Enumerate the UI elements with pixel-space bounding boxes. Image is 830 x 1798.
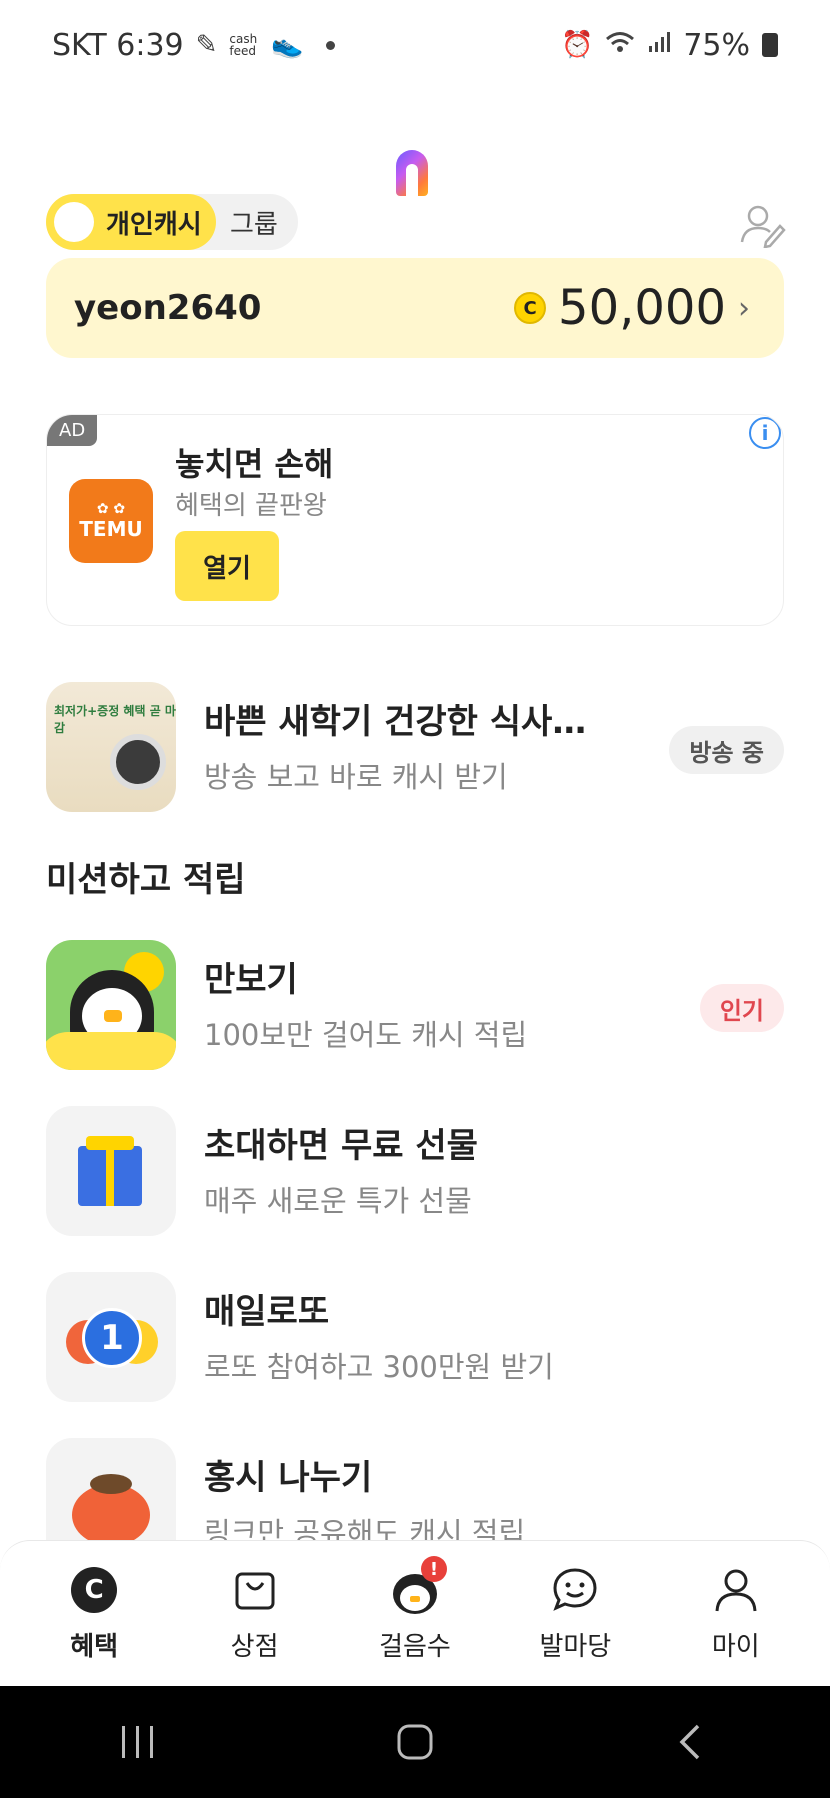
lotto-ball: 1 [82, 1308, 142, 1368]
mission-item-pedometer[interactable]: 만보기 100보만 걸어도 캐시 적립 인기 [46, 940, 784, 1070]
chevron-right-icon: › [738, 290, 750, 326]
live-thumbnail: 최저가+증정 혜택 곧 마감 [46, 682, 176, 812]
home-icon [397, 1724, 433, 1760]
tab-label: 상점 [230, 1632, 279, 1662]
mission-subtitle: 매주 새로운 특가 선물 [204, 1184, 472, 1218]
ad-banner[interactable]: AD i ✿ ✿ TEMU 놓치면 손해 혜택의 끝판왕 열기 [46, 414, 784, 626]
tab-label: 마이 [711, 1632, 760, 1662]
mission-subtitle: 로또 참여하고 300만원 받기 [204, 1350, 554, 1384]
live-title: 바쁜 새학기 건강한 식사… [204, 702, 587, 742]
home-button[interactable] [355, 1712, 475, 1772]
cash-type-toggle[interactable]: 개인캐시 그룹 [46, 194, 298, 250]
cash-feed-icon: cash feed [229, 32, 258, 58]
ad-open-button[interactable]: 열기 [175, 531, 279, 601]
cash-balance[interactable]: C 50,000 › [514, 280, 750, 336]
tab-label: 걸음수 [379, 1632, 451, 1662]
penguin-icon: ! [389, 1556, 447, 1616]
ad-subtitle: 혜택의 끝판왕 [175, 491, 327, 521]
status-time: SKT 6:39 [52, 27, 184, 63]
system-navigation-bar [0, 1686, 830, 1798]
eraser-icon: ✎ [195, 30, 218, 60]
mission-item-lotto[interactable]: 1 매일로또 로또 참여하고 300만원 받기 [46, 1272, 784, 1402]
temu-mark-icon: ✿ ✿ [96, 501, 126, 517]
wifi-icon [605, 30, 635, 61]
user-cash-card[interactable]: yeon2640 C 50,000 › [46, 258, 784, 358]
toggle-knob [54, 202, 94, 242]
popular-badge: 인기 [699, 984, 784, 1032]
tab-community[interactable]: 발마당 [505, 1564, 645, 1663]
thumb-text: 최저가+증정 혜택 곧 마감 [54, 704, 176, 735]
tab-label: 발마당 [539, 1632, 612, 1662]
section-title: 미션하고 적립 [46, 860, 246, 900]
ad-title: 놓치면 손해 [175, 445, 334, 483]
recents-icon [122, 1726, 154, 1758]
temu-logo: ✿ ✿ TEMU [69, 479, 153, 563]
app-logo [396, 150, 428, 196]
lotto-icon: 1 [46, 1272, 176, 1402]
benefit-icon: C [71, 1567, 118, 1613]
tab-label: 혜택 [70, 1632, 119, 1662]
cash-amount: 50,000 [558, 280, 726, 336]
notification-dot-icon [325, 40, 335, 50]
mission-title: 초대하면 무료 선물 [204, 1126, 478, 1166]
toggle-group[interactable]: 그룹 [230, 204, 278, 241]
shopping-bag-icon [235, 1572, 275, 1610]
live-badge: 방송 중 [669, 726, 784, 774]
user-name: yeon2640 [74, 288, 262, 328]
tab-store[interactable]: 상점 [185, 1564, 325, 1663]
live-subtitle: 방송 보고 바로 캐시 받기 [204, 760, 508, 794]
chat-icon [553, 1568, 597, 1611]
tab-my[interactable]: 마이 [666, 1564, 806, 1663]
mission-subtitle: 100보만 걸어도 캐시 적립 [204, 1018, 528, 1052]
ad-tag: AD [47, 415, 98, 446]
bottom-tab-bar: C 혜택 상점 ! 걸음수 발마당 마이 [0, 1540, 830, 1686]
alarm-icon: ⏰ [560, 30, 594, 60]
alert-badge: ! [420, 1556, 447, 1582]
penguin-icon [46, 940, 176, 1070]
mission-title: 만보기 [204, 960, 298, 1000]
back-button[interactable] [632, 1712, 752, 1772]
mission-item-invite[interactable]: 초대하면 무료 선물 매주 새로운 특가 선물 [46, 1106, 784, 1236]
toggle-personal-cash[interactable]: 개인캐시 [46, 194, 216, 250]
tab-steps[interactable]: ! 걸음수 [345, 1556, 485, 1663]
mission-title: 홍시 나누기 [204, 1458, 373, 1498]
gift-icon [46, 1106, 176, 1236]
shoe-icon: 👟 [271, 30, 304, 60]
signal-icon [647, 30, 671, 61]
back-icon [679, 1724, 699, 1760]
person-icon [715, 1569, 757, 1612]
coin-icon: C [514, 292, 547, 324]
temu-brand: TEMU [79, 517, 143, 541]
food-plate-icon [110, 734, 166, 790]
mission-title: 매일로또 [204, 1292, 330, 1332]
battery-percent: 75% [683, 27, 750, 63]
status-bar: SKT 6:39 ✎ cash feed 👟 ⏰ 75% [0, 0, 830, 90]
battery-icon [762, 33, 778, 57]
recent-apps-button[interactable] [78, 1712, 198, 1772]
tab-benefit[interactable]: C 혜택 [24, 1564, 164, 1663]
live-broadcast-item[interactable]: 최저가+증정 혜택 곧 마감 바쁜 새학기 건강한 식사… 방송 보고 바로 캐… [46, 682, 784, 812]
info-icon[interactable]: i [749, 417, 781, 449]
user-edit-icon[interactable] [738, 200, 786, 248]
toggle-personal-label: 개인캐시 [106, 209, 202, 240]
